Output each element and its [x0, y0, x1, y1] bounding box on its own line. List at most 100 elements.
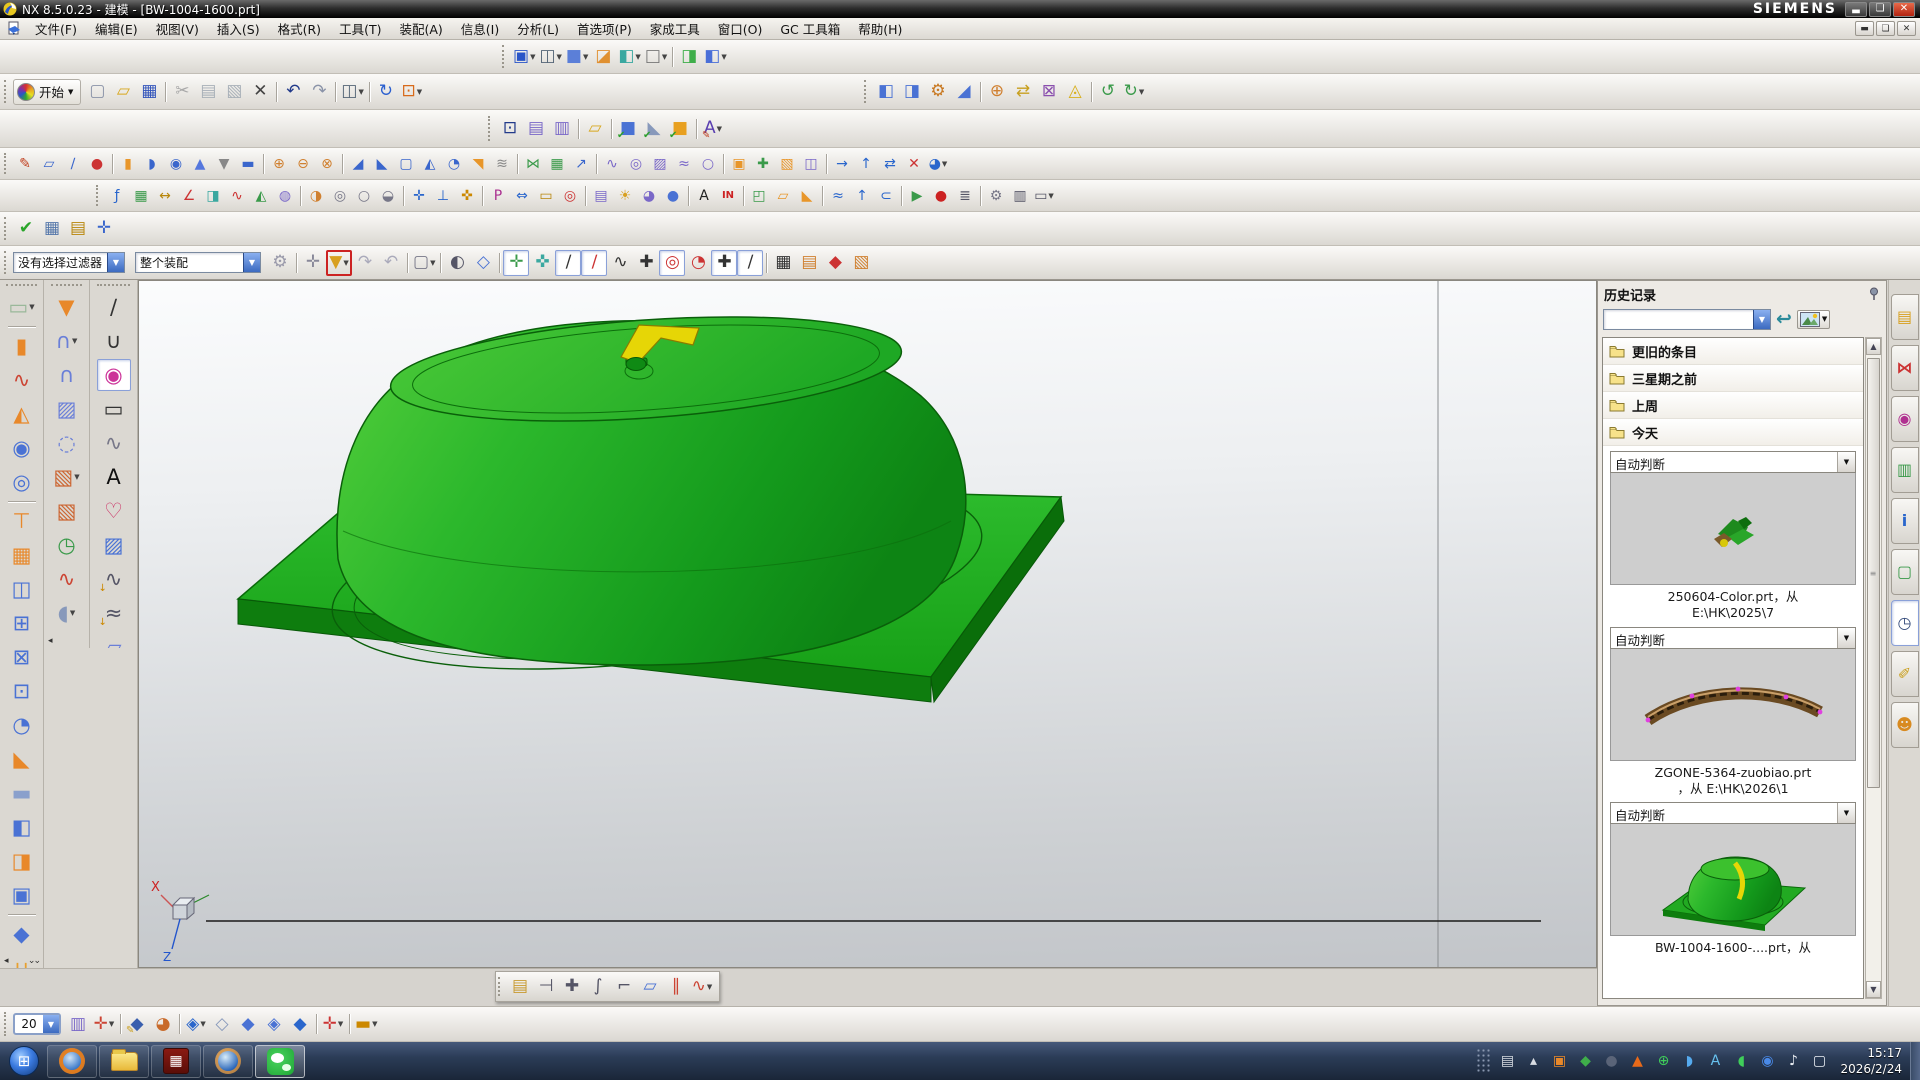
refresh-arrow-icon[interactable]: ↩ — [1776, 310, 1792, 329]
color-region-select-icon[interactable]: ▧ — [848, 250, 874, 276]
bend-sheet-icon[interactable]: ◣ — [795, 184, 819, 208]
touch-pan-icon[interactable]: ⊡▼ — [399, 79, 425, 105]
body-curve-cut-icon[interactable]: ⊡ — [5, 675, 39, 707]
toolbar-grip[interactable] — [4, 80, 8, 104]
preview-style-button[interactable]: ▼ — [1797, 310, 1830, 329]
flat-pattern-icon[interactable]: ▱ — [771, 184, 795, 208]
spreadsheet-icon[interactable]: ▦ — [129, 184, 153, 208]
app-window-icon[interactable]: ▣ — [1550, 1052, 1568, 1070]
toolbar-grip[interactable] — [498, 977, 502, 997]
wave-link-icon[interactable]: ≈ — [826, 184, 850, 208]
work-layer-combo[interactable]: 20 ▼ — [13, 1013, 61, 1035]
rectangle-icon[interactable]: ▭ — [97, 393, 131, 425]
split-body-icon[interactable]: ◣ — [370, 152, 394, 176]
restore-button[interactable]: ❏ — [1869, 2, 1891, 17]
dropdown-caret-icon[interactable]: ▼ — [74, 473, 79, 481]
snap-quadrant-icon[interactable]: ◔ — [685, 250, 711, 276]
selection-filter-combo[interactable]: 没有选择过滤器 ▼ — [13, 252, 125, 273]
edge-blend-icon[interactable]: ◔ — [442, 152, 466, 176]
chevron-down-icon[interactable]: ▼ — [1753, 310, 1770, 329]
snap-point-on-curve-icon[interactable]: ∕ — [737, 250, 763, 276]
bounded-surface-icon[interactable]: ◌ — [50, 427, 84, 459]
bend-flange-icon[interactable]: ◣ — [5, 743, 39, 775]
shaded-with-edges-icon[interactable]: ■▼ — [564, 44, 590, 70]
annotation-note-icon[interactable]: ▱ — [582, 116, 608, 142]
layer-visible-in-view-icon[interactable]: ▤ — [523, 116, 549, 142]
datum-target-icon[interactable]: ◎ — [558, 184, 582, 208]
hole-icon[interactable]: ◉ — [164, 152, 188, 176]
show-desktop-button[interactable] — [1910, 1042, 1920, 1080]
menu-item-8[interactable]: 信息(I) — [452, 17, 508, 40]
intersect-icon[interactable]: ⊗ — [315, 152, 339, 176]
face-analysis-view-icon[interactable]: ◪ — [590, 44, 616, 70]
system-materials-icon[interactable]: ✐ — [1891, 651, 1919, 697]
more-tools-icon[interactable]: ⌄⌄ — [28, 956, 39, 966]
taskbar-clock[interactable]: 15:17 2026/2/24 — [1840, 1045, 1902, 1077]
ruled-surface-icon[interactable]: ∩▼ — [50, 325, 84, 357]
measure-angle-icon[interactable]: ∠ — [177, 184, 201, 208]
pocket-icon[interactable]: ▼ — [212, 152, 236, 176]
mdi-close-button[interactable]: ✕ — [1897, 21, 1916, 36]
dropdown-caret-icon[interactable]: ▼ — [417, 88, 422, 96]
curve-analysis-icon[interactable]: ∿ — [225, 184, 249, 208]
tim-app-icon[interactable]: ◉ — [1758, 1052, 1776, 1070]
scroll-down-icon[interactable]: ▼ — [1866, 981, 1881, 998]
start-button[interactable]: 开始 ▼ — [13, 79, 81, 105]
toolbar-grip[interactable] — [488, 116, 492, 141]
dropdown-caret-icon[interactable]: ▼ — [109, 1020, 114, 1028]
add-component-icon[interactable]: ⊕ — [984, 79, 1010, 105]
thread-icon[interactable]: ≋ — [490, 152, 514, 176]
snap-crosshair-icon[interactable]: ✛▼ — [320, 1011, 346, 1037]
split-cube-icon[interactable]: ⊠ — [5, 641, 39, 673]
touch-rotate-icon[interactable]: ↻ — [373, 79, 399, 105]
find-component-icon[interactable]: ◧ — [873, 79, 899, 105]
snap-rotation-point-icon[interactable]: ✜ — [529, 250, 555, 276]
section-analysis-icon[interactable]: ◨ — [201, 184, 225, 208]
layer-settings-icon[interactable]: ▥ — [549, 116, 575, 142]
start-button[interactable]: ⊞ — [3, 1045, 45, 1078]
mini-navigator-icon[interactable]: ▦ — [39, 216, 65, 242]
dropdown-caret-icon[interactable]: ▼ — [29, 303, 34, 311]
curve-gauge-icon[interactable]: ◷ — [50, 529, 84, 561]
thicken-icon[interactable]: ▣ — [727, 152, 751, 176]
web-page-icon[interactable]: ▢ — [1891, 549, 1919, 595]
toolbar-grip[interactable] — [6, 284, 36, 288]
wechat-button[interactable] — [255, 1045, 305, 1078]
messenger-icon[interactable]: ◗ — [1680, 1052, 1698, 1070]
menu-item-7[interactable]: 装配(A) — [390, 17, 451, 40]
replace-face-icon[interactable]: ⇄ — [878, 152, 902, 176]
dropdown-caret-icon[interactable]: ▼ — [358, 88, 363, 96]
draft-analysis-icon[interactable]: ◭ — [249, 184, 273, 208]
mdi-restore-button[interactable]: ❏ — [1876, 21, 1895, 36]
journal-book-icon[interactable]: ▤ — [65, 216, 91, 242]
collapse-left-icon[interactable]: ◂ — [48, 636, 53, 646]
snap-intersection-icon[interactable]: ✚ — [633, 250, 659, 276]
window-display-icon[interactable]: ◫▼ — [339, 79, 365, 105]
mesh-surface-icon[interactable]: ▨ — [50, 393, 84, 425]
dropdown-caret-icon[interactable]: ▼ — [717, 125, 722, 133]
wechat-tray-icon[interactable]: ◖ — [1732, 1052, 1750, 1070]
chevron-down-icon[interactable]: ▼ — [1837, 628, 1855, 648]
pin-icon[interactable] — [1868, 287, 1880, 301]
history-icon[interactable]: ◷ — [1891, 600, 1919, 646]
cut-icon[interactable]: ✂ — [169, 79, 195, 105]
menu-item-11[interactable]: 家成工具 — [641, 17, 709, 40]
highlight-shaded-icon[interactable]: ◐ — [444, 250, 470, 276]
through-curves-icon[interactable]: ≈ — [672, 152, 696, 176]
toolbar-grip[interactable] — [4, 251, 8, 273]
journal-editor-icon[interactable]: ≣ — [953, 184, 977, 208]
dashed-body-icon[interactable]: ▣ — [5, 879, 39, 911]
align-object-icon[interactable]: ⊥ — [431, 184, 455, 208]
constraint-navigator-icon[interactable]: ⋈ — [1891, 345, 1919, 391]
mirror-feature-icon[interactable]: ⋈ — [521, 152, 545, 176]
component-settings-icon[interactable]: ⚙ — [925, 79, 951, 105]
measure-distance-icon[interactable]: ↔ — [153, 184, 177, 208]
interpart-select-icon[interactable]: ◆ — [822, 250, 848, 276]
scroll-up-icon[interactable]: ▲ — [1866, 338, 1881, 355]
true-shading-icon[interactable]: ● — [661, 184, 685, 208]
move-component-icon[interactable]: ◢ — [951, 79, 977, 105]
selection-filter-active-icon[interactable]: ▼▼ — [326, 250, 352, 276]
dropdown-caret-icon[interactable]: ▼ — [200, 1020, 205, 1028]
stretch-sheet-icon[interactable]: ▧▼ — [50, 461, 84, 493]
sync-navigator-icon[interactable]: ✛ — [91, 216, 117, 242]
